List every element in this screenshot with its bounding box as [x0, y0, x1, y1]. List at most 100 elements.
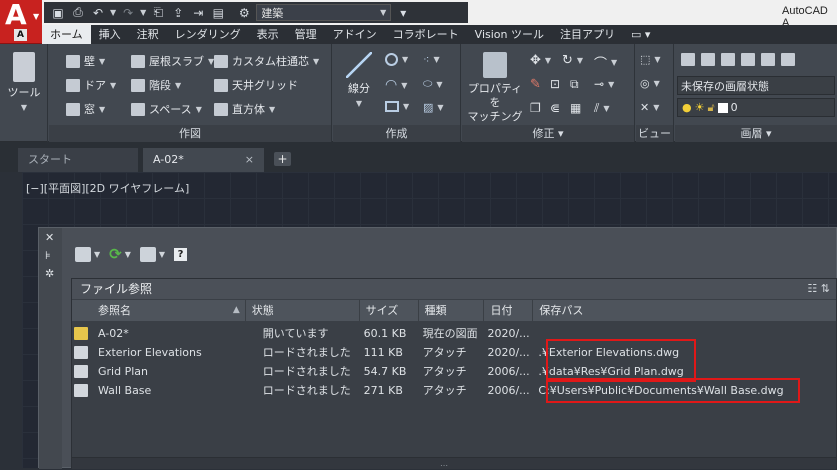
view-mode-icons[interactable]: ☷ ⇅ — [807, 279, 830, 299]
column-date[interactable]: 日付 — [484, 300, 534, 321]
print-icon[interactable]: ⎙ — [70, 5, 86, 20]
customize-qat-icon[interactable]: ▾ — [395, 6, 411, 20]
tab-drawing-a02[interactable]: A-02* × — [143, 148, 264, 172]
space-button[interactable]: スペース ▼ — [131, 101, 202, 117]
project-browser-icon[interactable]: ▤ — [210, 6, 226, 20]
tools-button[interactable]: ツール ▼ — [4, 52, 44, 115]
custom-column-button[interactable]: カスタム柱通芯 ▼ — [214, 53, 319, 69]
settings-icon[interactable]: ✲ — [45, 267, 54, 280]
hatch-button[interactable]: ▨ ▼ — [423, 101, 444, 114]
tab-addins[interactable]: アドイン — [325, 25, 385, 44]
roof-slab-button[interactable]: 屋根スラブ ▼ — [131, 53, 214, 69]
column-status[interactable]: 状態 — [246, 300, 360, 321]
orbit-button[interactable]: ◎ ▼ — [640, 77, 660, 90]
column-reference-name[interactable]: 参照名 ▲ — [72, 300, 246, 321]
chevron-down-icon[interactable]: ▼ — [94, 250, 100, 259]
panel-title-draw[interactable]: 作成 — [333, 125, 460, 142]
array-button[interactable]: ▦ — [570, 101, 581, 115]
rectangle-button[interactable]: ▼ — [385, 101, 409, 112]
table-row[interactable]: Exterior Elevations ロードされました 111 KB アタッチ… — [72, 343, 836, 362]
undo-icon[interactable]: ↶ — [90, 6, 106, 20]
tab-annotate[interactable]: 注釈 — [129, 25, 167, 44]
door-button[interactable]: ドア ▼ — [66, 77, 116, 93]
tab-featured-apps[interactable]: 注目アプリ — [552, 25, 623, 44]
viewport-controls[interactable]: [−][平面図][2D ワイヤフレーム] — [26, 180, 189, 196]
change-path-icon[interactable] — [139, 246, 156, 262]
circle-button[interactable]: ▼ — [385, 53, 408, 66]
view-cube-button[interactable]: ⬚ ▼ — [640, 53, 661, 66]
wall-button[interactable]: 壁 ▼ — [66, 53, 105, 69]
tab-view[interactable]: 表示 — [249, 25, 287, 44]
layer-off-icon[interactable] — [741, 53, 755, 66]
tab-render[interactable]: レンダリング — [167, 25, 249, 44]
chevron-down-icon[interactable]: ▼ — [140, 8, 146, 17]
scale-button[interactable]: ⧉ — [570, 77, 579, 92]
redo-icon[interactable]: ↷ — [120, 6, 136, 20]
layer-select[interactable]: ● ☀ 🔓︎ 0 — [677, 98, 835, 117]
attach-dwg-icon[interactable] — [75, 246, 91, 262]
layer-properties-icon[interactable] — [681, 53, 695, 66]
column-saved-path[interactable]: 保存パス — [533, 300, 836, 321]
tab-insert[interactable]: 挿入 — [91, 25, 129, 44]
chevron-down-icon: ▼ — [175, 80, 182, 90]
autohide-icon[interactable]: ⊧ — [45, 249, 51, 262]
panel-title-view[interactable]: ビュー — [636, 125, 673, 142]
match-properties-button[interactable]: プロパティを マッチング — [466, 52, 524, 124]
save-icon[interactable]: ▣ — [50, 6, 66, 20]
layer-freeze-icon[interactable] — [721, 53, 735, 66]
palette-titlebar[interactable]: ✕ ⊧ ✲ — [39, 228, 62, 469]
row-type: アタッチ — [422, 365, 467, 378]
mirror-button[interactable]: ⋐ — [550, 101, 560, 115]
visual-style-button[interactable]: ✕ ▼ — [640, 101, 659, 114]
rotate-button[interactable]: ↻ ▼ — [562, 53, 583, 68]
ceiling-grid-button[interactable]: 天井グリッド — [214, 77, 298, 93]
copy-button[interactable]: ❐ — [530, 101, 541, 115]
offset-button[interactable]: ⫽ ▼ — [594, 101, 610, 116]
rotate-icon: ↻ — [562, 53, 573, 68]
new-tab-button[interactable]: + — [274, 152, 291, 166]
tab-collaborate[interactable]: コラボレート — [385, 25, 467, 44]
window-button[interactable]: 窓 ▼ — [66, 101, 105, 117]
layer-lock-icon[interactable] — [761, 53, 775, 66]
layer-state-select[interactable]: 未保存の画層状態 — [677, 76, 835, 95]
close-icon[interactable]: ✕ — [45, 231, 54, 244]
stair-button[interactable]: 階段 ▼ — [131, 77, 181, 93]
tab-home[interactable]: ホーム — [42, 25, 91, 44]
chevron-down-icon[interactable]: ▼ — [159, 250, 165, 259]
layer-isolate-icon[interactable] — [701, 53, 715, 66]
chevron-down-icon: ▼ — [544, 56, 552, 65]
export-icon[interactable]: ⇥ — [190, 6, 206, 20]
plot-icon[interactable]: ⎗ — [150, 5, 166, 20]
close-icon[interactable]: × — [245, 148, 254, 172]
tab-manage[interactable]: 管理 — [287, 25, 325, 44]
share-icon[interactable]: ⇪ — [170, 6, 186, 20]
fillet-button[interactable]: ⌒ ▼ — [594, 53, 617, 72]
ellipse-button[interactable]: ⬭ ▼ — [423, 77, 443, 91]
panel-title-layers[interactable]: 画層 ▾ — [675, 125, 837, 142]
column-type[interactable]: 種類 — [419, 300, 485, 321]
column-size[interactable]: サイズ — [360, 300, 419, 321]
stretch-button[interactable]: ⊡ — [550, 77, 560, 91]
panel-title-modify[interactable]: 修正 ▾ — [462, 125, 634, 142]
erase-button[interactable]: ✎ — [530, 77, 541, 92]
cuboid-button[interactable]: 直方体 ▼ — [214, 101, 275, 117]
refresh-icon[interactable]: ⟳ — [109, 245, 122, 263]
application-menu-button[interactable]: A ▼ A — [0, 0, 42, 44]
point-button[interactable]: ⁖ ▼ — [423, 53, 440, 66]
table-row[interactable]: A-02* 開いています 60.1 KB 現在の図面 2020/... — [72, 324, 836, 343]
panel-title-build[interactable]: 作図 — [49, 125, 331, 142]
help-icon[interactable]: ? — [174, 247, 188, 261]
chevron-down-icon[interactable]: ▼ — [125, 250, 131, 259]
chevron-down-icon[interactable]: ▼ — [110, 8, 116, 17]
tab-vision-tools[interactable]: Vision ツール — [467, 25, 552, 44]
layer-match-icon[interactable] — [781, 53, 795, 66]
horizontal-scrollbar[interactable]: ⋯ — [72, 457, 836, 470]
tab-start[interactable]: スタート — [18, 148, 138, 172]
workspace-select[interactable]: 建築 ▼ — [256, 4, 392, 21]
arc-button[interactable]: ◠ ▼ — [385, 77, 407, 93]
trim-button[interactable]: ⊸ ▼ — [594, 77, 614, 91]
move-button[interactable]: ✥ ▼ — [530, 53, 551, 68]
scroll-grip[interactable]: ⋯ — [440, 461, 448, 470]
line-button[interactable]: 線分 ▼ — [339, 52, 379, 111]
tab-ribbon-options[interactable]: ▭ ▾ — [623, 25, 658, 44]
